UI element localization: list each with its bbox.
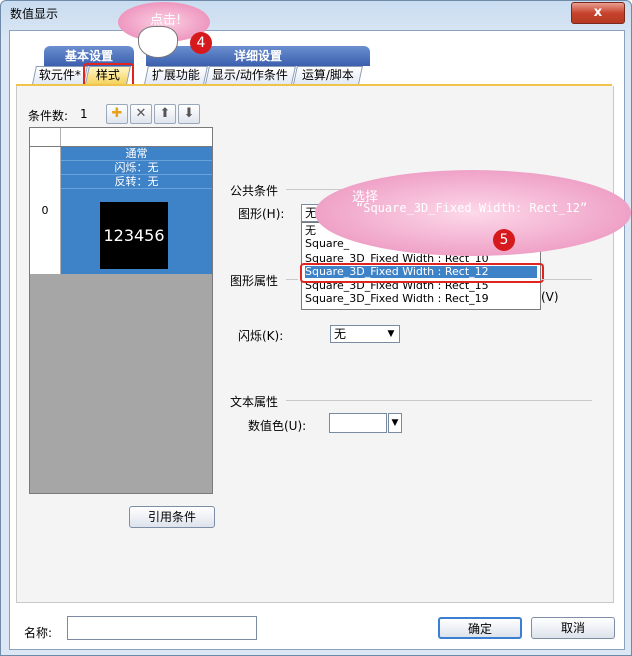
tab-device[interactable]: 软元件* <box>32 66 88 84</box>
tab-display-condition[interactable]: 显示/动作条件 <box>205 66 296 84</box>
tab-script[interactable]: 运算/脚本 <box>293 66 363 84</box>
value-color-swatch[interactable] <box>329 413 387 433</box>
window-title: 数值显示 <box>10 7 59 21</box>
condition-count-label: 条件数: <box>28 109 69 123</box>
condition-row[interactable]: 0 通常 闪烁：无 反转：无 123456 <box>30 147 212 274</box>
tab-extension-label: 扩展功能 <box>151 68 200 82</box>
step-number-5: 5 <box>493 229 515 251</box>
grid-header-divider <box>60 128 61 146</box>
blink-select[interactable]: 无 ▼ <box>330 325 400 343</box>
down-arrow-icon[interactable]: ⬇ <box>178 104 200 124</box>
name-input[interactable] <box>67 616 257 640</box>
condition-grid: 0 通常 闪烁：无 反转：无 123456 <box>29 127 213 494</box>
tab-group-detail: 详细设置 <box>146 46 370 66</box>
text-attr-section-label: 文本属性 <box>230 395 279 409</box>
dropdown-option[interactable]: Square_3D_Fixed Width : Rect_19 <box>305 293 537 305</box>
ok-button[interactable]: 确定 <box>438 617 522 639</box>
add-icon[interactable]: ✚ <box>106 104 128 124</box>
cell-state-line: 通常 <box>61 147 212 161</box>
blink-label: 闪烁(K): <box>238 329 284 343</box>
delete-icon[interactable]: ✕ <box>130 104 152 124</box>
value-preview: 123456 <box>100 202 168 269</box>
cell-reverse-line: 反转：无 <box>61 175 212 189</box>
select-callout-line2: “Square_3D_Fixed Width: Rect_12” <box>356 201 588 215</box>
row-index: 0 <box>30 147 61 274</box>
text-attr-separator <box>286 400 592 401</box>
cite-condition-button[interactable]: 引用条件 <box>129 506 215 528</box>
up-arrow-icon[interactable]: ⬆ <box>154 104 176 124</box>
common-section-label: 公共条件 <box>230 184 279 198</box>
cancel-button[interactable]: 取消 <box>531 617 615 639</box>
mouse-icon <box>138 26 178 58</box>
chevron-down-icon: ▼ <box>387 329 395 339</box>
shape-attr-separator <box>286 279 298 280</box>
close-button[interactable]: x <box>571 2 625 24</box>
tab-display-condition-label: 显示/动作条件 <box>212 68 289 82</box>
blink-select-value: 无 <box>334 327 347 341</box>
tab-script-label: 运算/脚本 <box>301 68 354 82</box>
cell-blink-line: 闪烁：无 <box>61 161 212 175</box>
tab-device-label: 软元件* <box>38 68 81 82</box>
shape-attr-partial-label: (V) <box>541 290 559 304</box>
condition-cell[interactable]: 通常 闪烁：无 反转：无 123456 <box>61 147 212 274</box>
name-label: 名称: <box>24 626 53 640</box>
shape-attr-separator-right <box>542 279 592 280</box>
shape-label: 图形(H): <box>238 207 285 221</box>
chevron-down-icon[interactable]: ▼ <box>388 413 402 433</box>
selection-highlight-box <box>300 263 544 283</box>
condition-count-value: 1 <box>80 107 88 121</box>
grid-header <box>30 128 212 147</box>
step-number-4: 4 <box>190 32 212 54</box>
shape-attr-section-label: 图形属性 <box>230 274 279 288</box>
tab-extension[interactable]: 扩展功能 <box>144 66 208 84</box>
value-color-label: 数值色(U): <box>248 419 307 433</box>
